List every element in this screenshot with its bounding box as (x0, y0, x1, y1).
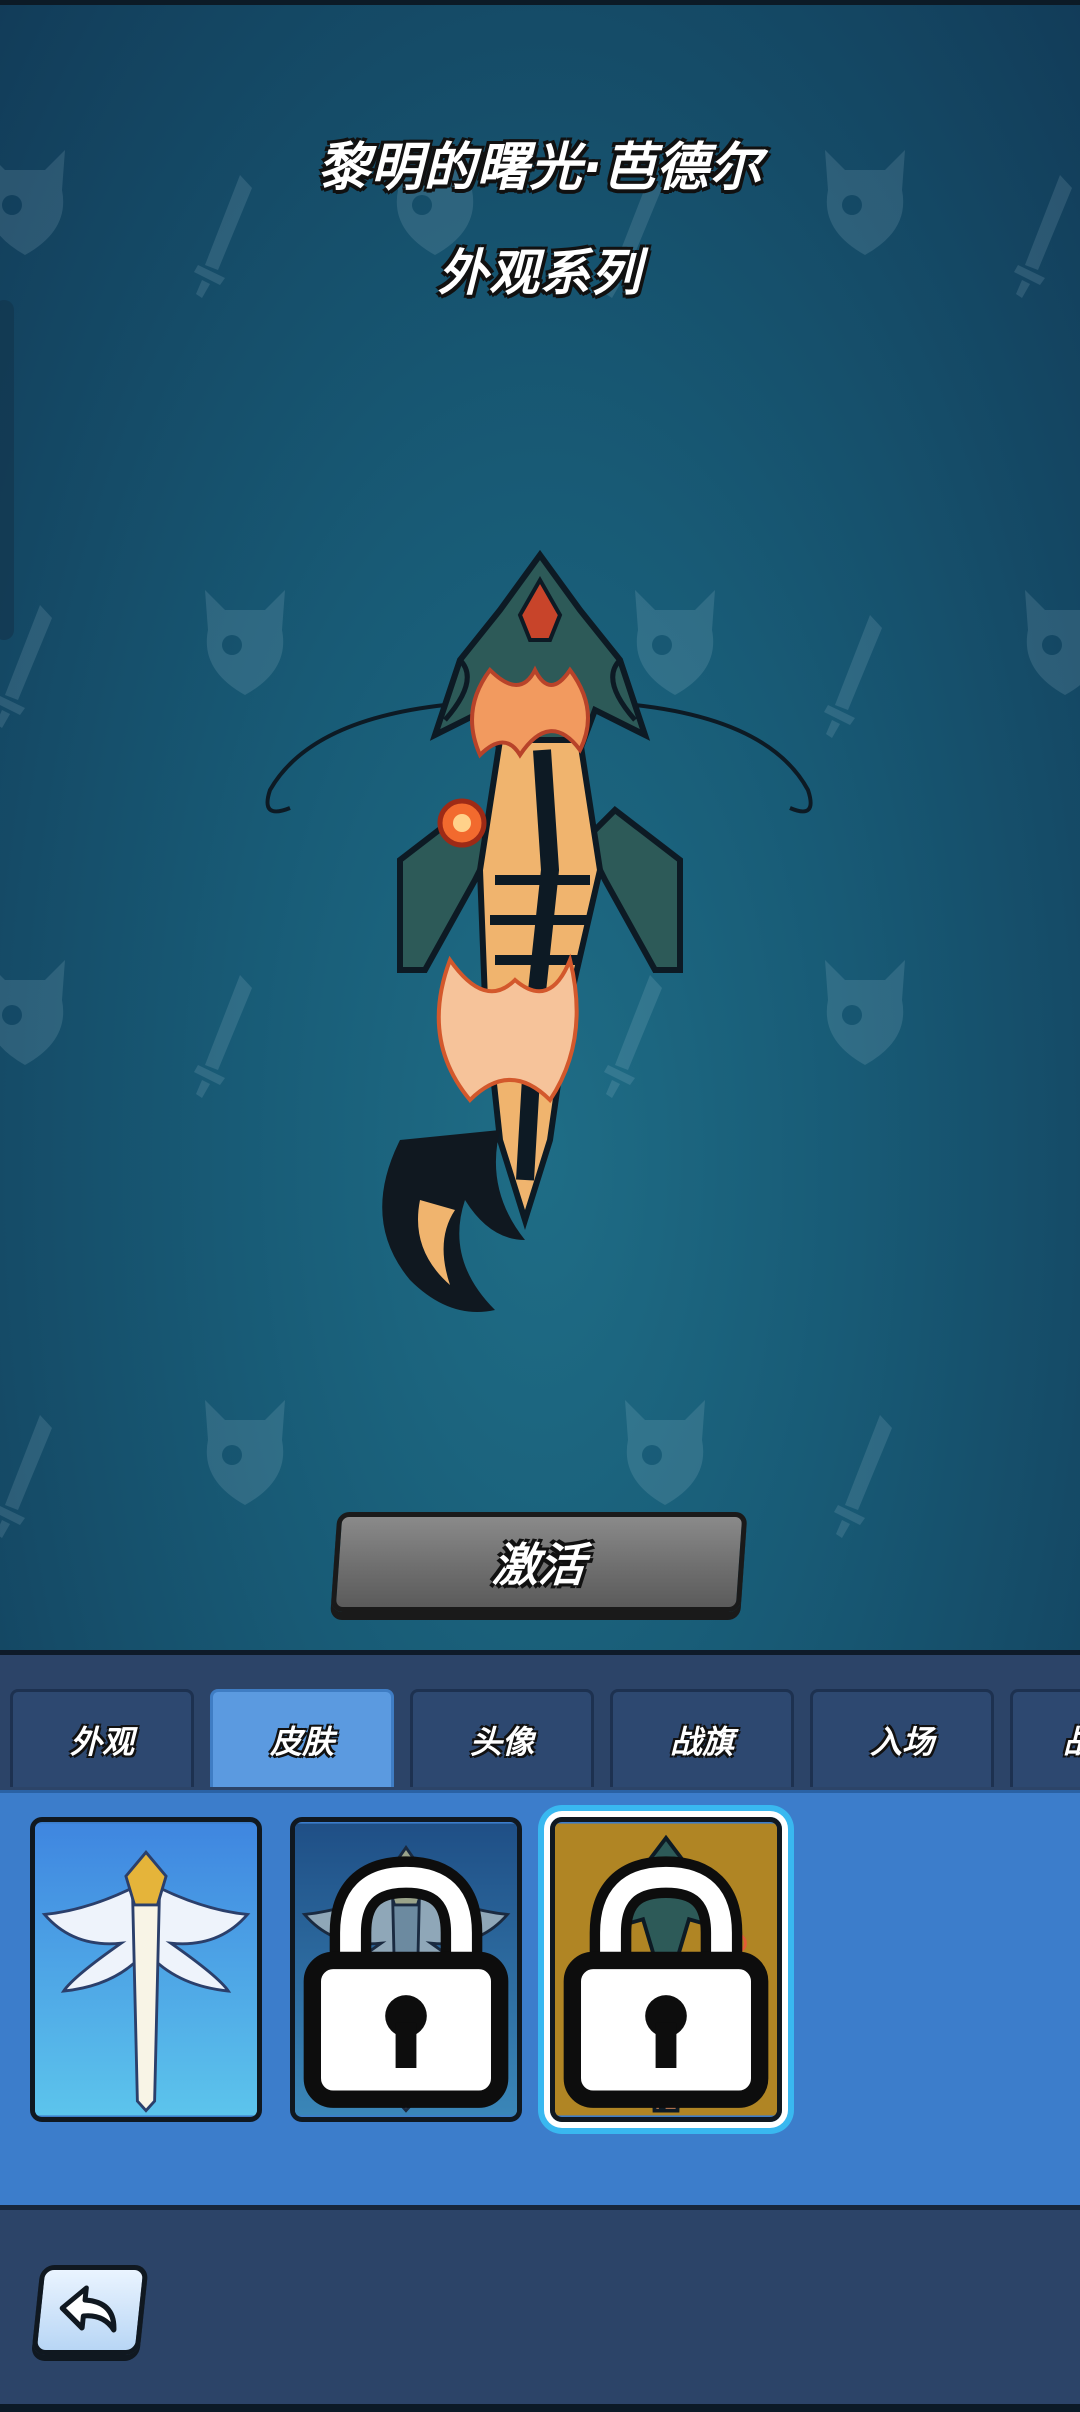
bg-sword-icon (824, 615, 882, 738)
back-arrow-icon (59, 2285, 117, 2333)
lock-icon (563, 1855, 769, 2108)
tab-partial[interactable]: 战 (1010, 1689, 1080, 1787)
tab-label: 入场 (869, 1722, 934, 1761)
skin-thumbnail-image (35, 1823, 257, 2116)
page-subtitle: 外观系列 (438, 244, 642, 302)
page-title: 黎明的曙光·芭德尔 (317, 138, 763, 198)
lock-icon (303, 1855, 509, 2108)
skin-card[interactable] (30, 1817, 262, 2122)
top-edge (0, 0, 1080, 5)
bottom-edge (0, 2404, 1080, 2412)
bg-monster-icon (1025, 590, 1080, 695)
activate-button[interactable]: 激活 (330, 1512, 748, 1612)
category-tab-bar: 外观 皮肤 头像 战旗 入场 战 (0, 1685, 1080, 1790)
tab-entrance[interactable]: 入场 (810, 1689, 994, 1787)
bg-sword-icon (834, 1415, 892, 1538)
skin-card[interactable] (550, 1817, 782, 2122)
tab-label: 外观 (69, 1722, 134, 1761)
weapon-preview-image (265, 549, 813, 1312)
bg-sword-icon (0, 1415, 52, 1538)
bg-monster-icon (0, 960, 65, 1065)
tab-appearance[interactable]: 外观 (10, 1689, 194, 1787)
tab-label: 皮肤 (269, 1722, 334, 1761)
bg-monster-icon (625, 1400, 705, 1505)
back-button[interactable] (31, 2265, 149, 2355)
tab-banner[interactable]: 战旗 (610, 1689, 794, 1787)
activate-button-label: 激活 (490, 1538, 587, 1592)
side-handle (0, 300, 14, 640)
tab-label: 战 (1063, 1717, 1080, 1763)
bg-monster-icon (205, 1400, 285, 1505)
bg-sword-icon (0, 605, 52, 728)
tab-label: 头像 (469, 1722, 534, 1761)
tab-label: 战旗 (669, 1722, 734, 1761)
tab-skin[interactable]: 皮肤 (210, 1689, 394, 1787)
skin-card[interactable] (290, 1817, 522, 2122)
preview-scene: 黎明的曙光·芭德尔 外观系列 激活 (0, 0, 1080, 1650)
tab-avatar[interactable]: 头像 (410, 1689, 594, 1787)
